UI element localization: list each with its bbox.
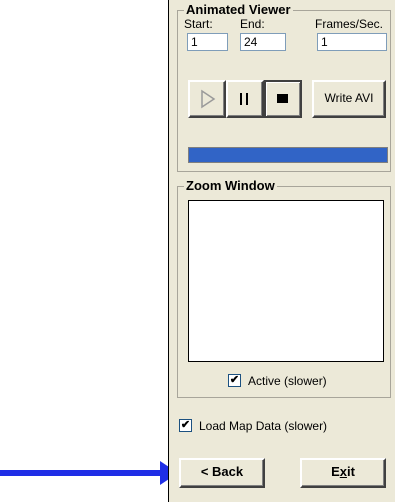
load-map-checkbox[interactable]: ✔ [179, 419, 192, 432]
checkmark-icon: ✔ [229, 374, 240, 386]
stop-icon [277, 94, 288, 103]
exit-button[interactable]: Exit [300, 458, 386, 488]
progress-bar-fill [189, 148, 387, 162]
start-frame-input[interactable]: 1 [187, 33, 228, 51]
exit-button-label: Exit [331, 464, 355, 479]
start-label: Start: [184, 17, 213, 31]
zoom-window-title: Zoom Window [184, 178, 277, 193]
end-frame-input[interactable]: 24 [240, 33, 286, 51]
active-label: Active (slower) [248, 374, 327, 388]
animated-viewer-group: Animated Viewer Start: End: Frames/Sec. … [177, 2, 391, 172]
control-panel: Animated Viewer Start: End: Frames/Sec. … [168, 0, 395, 502]
checkmark-icon: ✔ [180, 419, 191, 431]
back-button-label: < Back [200, 464, 244, 479]
back-button[interactable]: < Back [179, 458, 265, 488]
stop-button[interactable] [264, 80, 302, 118]
load-map-label: Load Map Data (slower) [199, 419, 328, 433]
write-avi-button[interactable]: Write AVI [312, 80, 386, 118]
zoom-window-group: Zoom Window ✔ Active (slower) [177, 178, 391, 398]
play-icon [201, 89, 216, 109]
write-avi-label: Write AVI [324, 91, 374, 105]
active-checkbox[interactable]: ✔ [228, 374, 241, 387]
animated-viewer-title: Animated Viewer [184, 2, 293, 17]
end-label: End: [240, 17, 265, 31]
frames-per-sec-input[interactable]: 1 [317, 33, 387, 51]
play-button[interactable] [188, 80, 226, 118]
zoom-window-canvas[interactable] [188, 200, 384, 362]
frames-per-sec-label: Frames/Sec. [315, 17, 384, 31]
pointer-arrow-shaft [0, 470, 165, 476]
pause-icon [240, 93, 248, 105]
pause-button[interactable] [226, 80, 264, 118]
progress-bar [188, 147, 388, 163]
